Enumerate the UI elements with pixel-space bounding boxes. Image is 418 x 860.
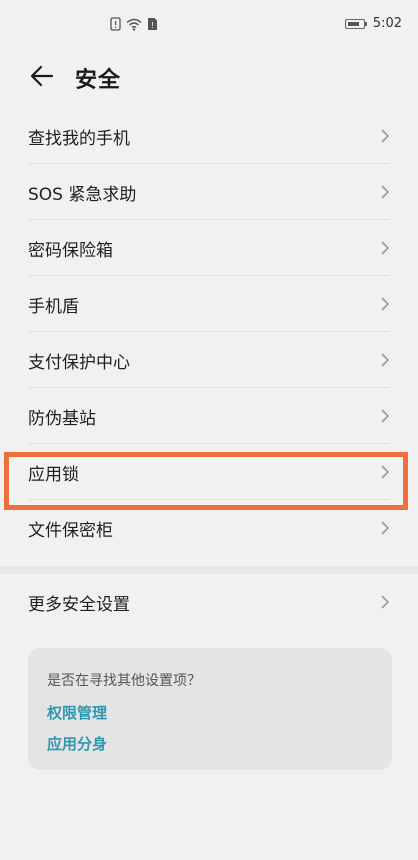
notification-icon xyxy=(110,17,121,31)
list-item-label: 文件保密柜 xyxy=(28,520,113,541)
chevron-right-icon xyxy=(381,595,390,609)
status-bar: ! 5:02 xyxy=(0,0,418,50)
link-permission-management[interactable]: 权限管理 xyxy=(47,702,107,723)
list-item-label: 防伪基站 xyxy=(28,408,96,429)
list-item-label: 密码保险箱 xyxy=(28,240,113,261)
list-item-label: 更多安全设置 xyxy=(28,594,130,615)
list-item-fake-base-station[interactable]: 防伪基站 xyxy=(0,388,418,444)
list-item-sos[interactable]: SOS 紧急求助 xyxy=(0,164,418,220)
list-item-label: 手机盾 xyxy=(28,296,79,317)
chevron-right-icon xyxy=(381,521,390,535)
settings-list: 查找我的手机 SOS 紧急求助 密码保险箱 手机盾 支付保护中心 防伪基站 应用… xyxy=(0,108,418,556)
back-button[interactable] xyxy=(26,60,58,92)
chevron-right-icon xyxy=(381,185,390,199)
chevron-right-icon xyxy=(381,409,390,423)
list-item-label: SOS 紧急求助 xyxy=(28,184,137,205)
chevron-right-icon xyxy=(381,465,390,479)
sim-icon: ! xyxy=(148,18,157,30)
chevron-right-icon xyxy=(381,297,390,311)
header: 安全 xyxy=(0,52,418,100)
list-item-phone-shield[interactable]: 手机盾 xyxy=(0,276,418,332)
list-item-file-safe[interactable]: 文件保密柜 xyxy=(0,500,418,556)
status-time: 5:02 xyxy=(372,16,402,31)
list-item-label: 支付保护中心 xyxy=(28,352,130,373)
wifi-icon xyxy=(126,18,142,31)
more-list: 更多安全设置 xyxy=(0,574,418,630)
status-right: 5:02 xyxy=(344,16,402,31)
list-item-payment-protection[interactable]: 支付保护中心 xyxy=(0,332,418,388)
list-item-find-my-phone[interactable]: 查找我的手机 xyxy=(0,108,418,164)
list-item-password-vault[interactable]: 密码保险箱 xyxy=(0,220,418,276)
chevron-right-icon xyxy=(381,129,390,143)
suggestion-card: 是否在寻找其他设置项？ 权限管理 应用分身 xyxy=(28,648,392,770)
svg-text:!: ! xyxy=(151,21,154,30)
status-icons: ! xyxy=(110,17,158,31)
chevron-right-icon xyxy=(381,353,390,367)
page-title: 安全 xyxy=(75,68,122,93)
group-separator xyxy=(0,566,418,574)
list-item-more-security-settings[interactable]: 更多安全设置 xyxy=(0,574,418,630)
link-app-twin[interactable]: 应用分身 xyxy=(47,733,107,754)
battery-icon xyxy=(344,18,367,29)
suggestion-question: 是否在寻找其他设置项？ xyxy=(47,673,201,689)
chevron-right-icon xyxy=(381,241,390,255)
back-arrow-icon xyxy=(30,65,54,87)
list-item-app-lock[interactable]: 应用锁 xyxy=(0,444,418,500)
list-item-label: 应用锁 xyxy=(28,464,79,485)
list-item-label: 查找我的手机 xyxy=(28,128,130,149)
